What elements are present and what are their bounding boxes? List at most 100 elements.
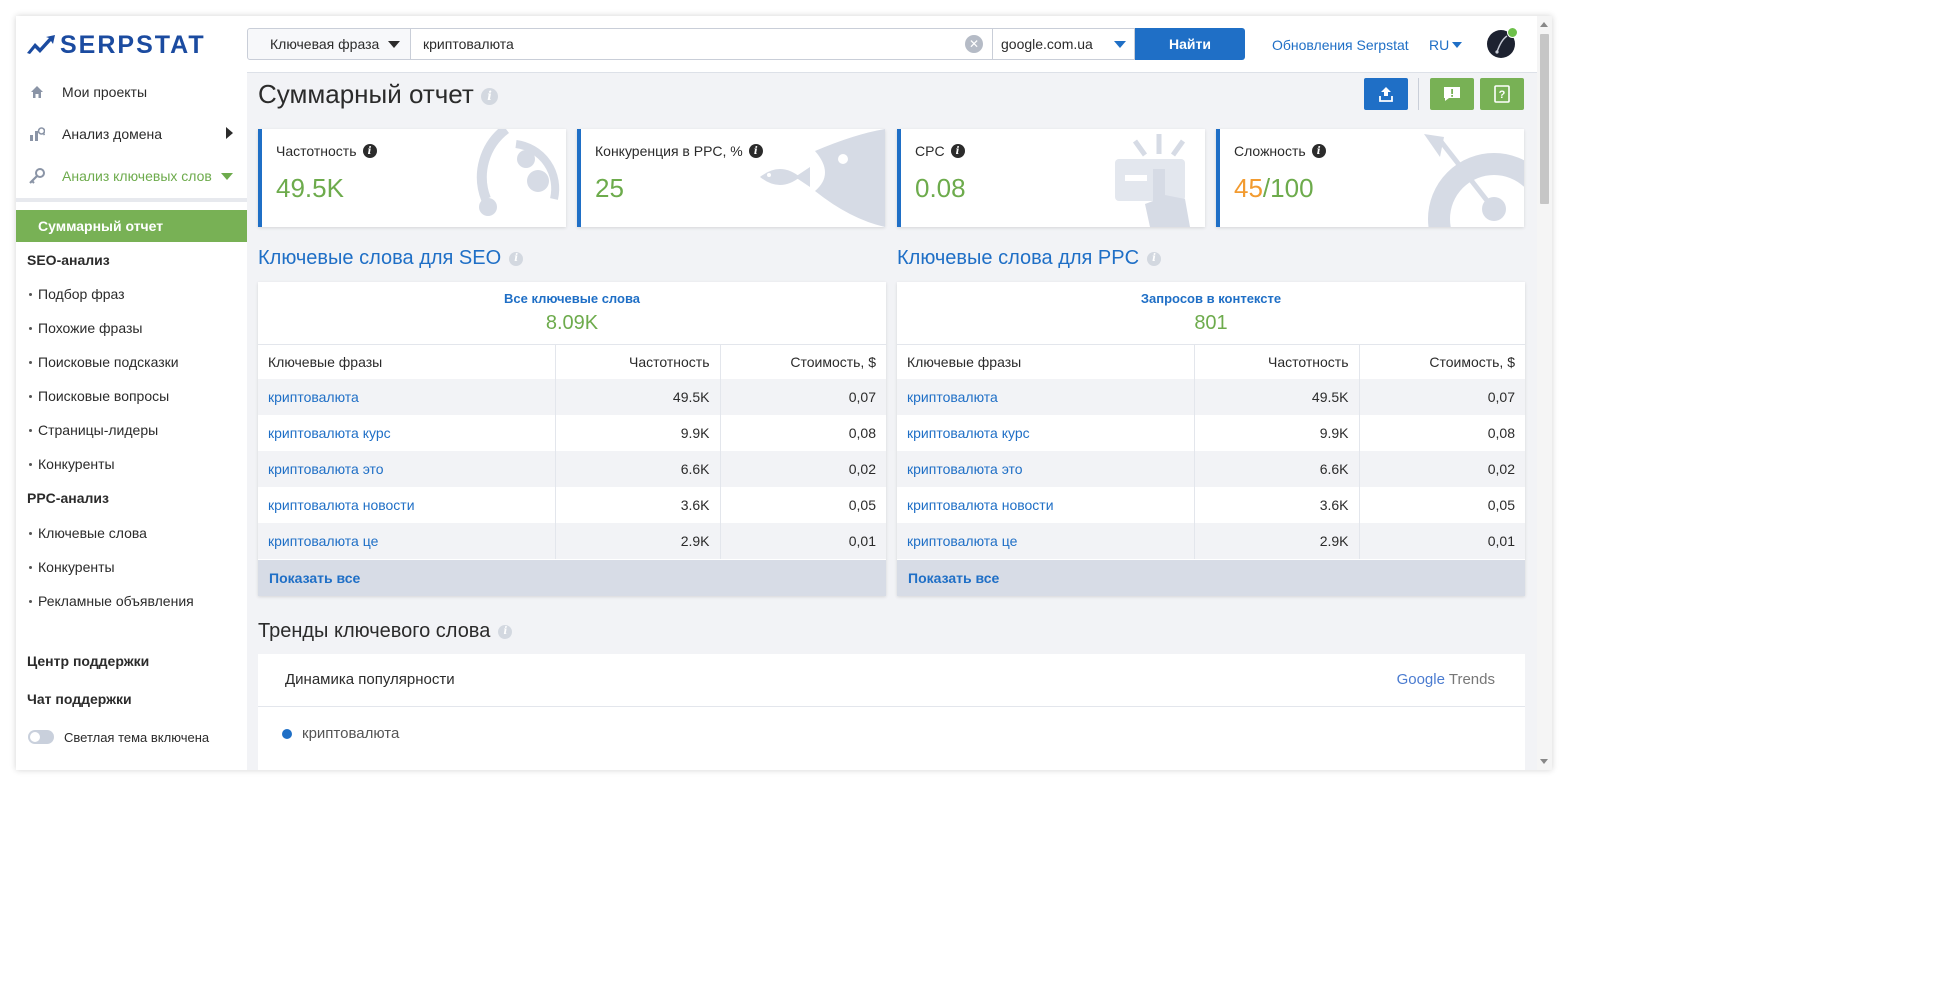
page-title: Суммарный отчет i — [258, 79, 499, 110]
bullet-icon — [29, 394, 32, 398]
google-trends-logo[interactable]: Google Trends — [1397, 671, 1495, 688]
sidebar-item-search-questions[interactable]: Поисковые вопросы — [29, 388, 169, 404]
seo-analysis-heading[interactable]: SEO-анализ — [27, 252, 110, 268]
cost-cell: 0,08 — [1487, 425, 1515, 441]
column-header[interactable]: Стоимость, $ — [720, 345, 886, 379]
sidebar-item-ppc-competitors[interactable]: Конкуренты — [29, 559, 115, 575]
card-value: 49.5K — [276, 173, 344, 203]
sidebar-item-summary-report[interactable]: Суммарный отчет — [16, 210, 247, 242]
export-button[interactable] — [1364, 78, 1408, 110]
sidebar-item-ppc-keywords[interactable]: Ключевые слова — [29, 525, 147, 541]
column-header[interactable]: Ключевые фразы — [258, 345, 556, 379]
keyword-link[interactable]: криптовалюта новости — [258, 487, 556, 523]
action-divider — [1418, 78, 1419, 110]
sidebar-item-ads[interactable]: Рекламные объявления — [29, 593, 194, 609]
keyword-link[interactable]: криптовалюта — [258, 379, 556, 415]
ppc-keywords-title[interactable]: Ключевые слова для PPC i — [897, 247, 1162, 270]
sidebar-item-phrase-selection[interactable]: Подбор фраз — [29, 286, 125, 302]
info-icon[interactable]: i — [1311, 144, 1326, 158]
sidebar-item-label: Ключевые слова — [38, 525, 147, 541]
sidebar-item-seo-competitors[interactable]: Конкуренты — [29, 456, 115, 472]
context-queries-link[interactable]: Запросов в контексте — [897, 291, 1525, 306]
sidebar-item-top-pages[interactable]: Страницы-лидеры — [29, 422, 158, 438]
planet-illustration-icon — [476, 129, 560, 216]
support-center-link[interactable]: Центр поддержки — [27, 653, 149, 669]
column-header[interactable]: Частотность — [555, 345, 721, 379]
scroll-up-icon[interactable] — [1540, 22, 1548, 27]
search-engine-select[interactable]: google.com.ua — [993, 28, 1135, 60]
keyword-link[interactable]: криптовалюта це — [258, 523, 556, 559]
support-chat-link[interactable]: Чат поддержки — [27, 691, 132, 707]
bullet-icon — [29, 326, 32, 330]
seo-keywords-panel: Все ключевые слова 8.09K Ключевые фразы … — [258, 282, 886, 596]
keyword-link[interactable]: криптовалюта курс — [258, 415, 556, 451]
frequency-cell: 9.9K — [555, 415, 721, 451]
ppc-analysis-heading[interactable]: PPC-анализ — [27, 490, 109, 506]
scrollbar-thumb[interactable] — [1540, 34, 1549, 204]
nav-divider — [16, 198, 247, 202]
info-icon[interactable]: i — [498, 624, 513, 639]
info-icon[interactable]: i — [1147, 251, 1162, 266]
card-value: 0.08 — [915, 173, 966, 203]
table-row: криптовалюта це 2.9K 0,01 — [258, 523, 886, 559]
ppc-keywords-table: Ключевые фразы Частотность Стоимость, $ … — [897, 345, 1525, 559]
frequency-cell: 2.9K — [1194, 523, 1360, 559]
cost-cell: 0,05 — [848, 497, 876, 513]
sidebar-item-label: Конкуренты — [38, 559, 115, 575]
keyword-search-input[interactable]: криптовалюта — [411, 28, 993, 60]
nav-my-projects[interactable]: Мои проекты — [16, 72, 247, 112]
target-illustration-icon — [1424, 134, 1524, 227]
clear-search-icon[interactable]: ✕ — [965, 35, 983, 53]
keyword-link[interactable]: криптовалюта курс — [897, 415, 1195, 451]
serpstat-logo[interactable]: SERPSTAT — [26, 30, 206, 60]
keyword-link[interactable]: криптовалюта это — [897, 451, 1195, 487]
column-header[interactable]: Частотность — [1194, 345, 1360, 379]
card-value: 25 — [595, 173, 624, 203]
user-avatar[interactable] — [1487, 27, 1518, 58]
table-row: криптовалюта 49.5K 0,07 — [897, 379, 1525, 415]
frequency-cell: 9.9K — [1194, 415, 1360, 451]
feedback-button[interactable] — [1430, 78, 1474, 110]
help-button[interactable]: ? — [1480, 78, 1524, 110]
sidebar-item-search-suggestions[interactable]: Поисковые подсказки — [29, 354, 179, 370]
scroll-down-icon[interactable] — [1540, 759, 1548, 764]
frequency-cell: 49.5K — [555, 379, 721, 415]
domain-analysis-icon — [28, 125, 46, 143]
search-type-select[interactable]: Ключевая фраза — [247, 28, 411, 60]
language-select[interactable]: RU — [1429, 37, 1463, 53]
trends-legend[interactable]: криптовалюта — [282, 725, 399, 742]
info-icon[interactable]: i — [481, 87, 499, 105]
home-icon — [28, 83, 46, 101]
seo-keywords-title[interactable]: Ключевые слова для SEO i — [258, 247, 524, 270]
keyword-link[interactable]: криптовалюта це — [897, 523, 1195, 559]
card-label: CPC i — [915, 143, 965, 159]
ppc-show-all-link[interactable]: Показать все — [897, 560, 1525, 596]
table-row: криптовалюта курс 9.9K 0,08 — [258, 415, 886, 451]
column-header[interactable]: Ключевые фразы — [897, 345, 1195, 379]
keyword-link[interactable]: криптовалюта это — [258, 451, 556, 487]
info-icon[interactable]: i — [509, 251, 524, 266]
keyword-link[interactable]: криптовалюта новости — [897, 487, 1195, 523]
column-header[interactable]: Стоимость, $ — [1359, 345, 1525, 379]
nav-keyword-analysis[interactable]: Анализ ключевых слов — [16, 156, 247, 196]
frequency-cell: 6.6K — [1194, 451, 1360, 487]
difficulty-max: /100 — [1262, 173, 1314, 203]
cost-cell: 0,07 — [720, 379, 886, 415]
keyword-link[interactable]: криптовалюта — [897, 379, 1195, 415]
theme-toggle[interactable] — [28, 730, 54, 744]
language-value: RU — [1429, 37, 1450, 53]
find-button[interactable]: Найти — [1135, 28, 1245, 60]
all-keywords-link[interactable]: Все ключевые слова — [258, 291, 886, 306]
nav-domain-analysis[interactable]: Анализ домена — [16, 114, 247, 154]
logo-mark-icon — [27, 35, 55, 54]
info-icon[interactable]: i — [362, 144, 377, 158]
info-icon[interactable]: i — [748, 144, 763, 158]
page-scrollbar[interactable] — [1537, 16, 1552, 770]
frequency-cell: 3.6K — [1194, 487, 1360, 523]
frequency-cell: 2.9K — [555, 523, 721, 559]
sidebar-item-similar-phrases[interactable]: Похожие фразы — [29, 320, 142, 336]
serpstat-updates-link[interactable]: Обновления Serpstat — [1272, 37, 1409, 53]
nav-label: Анализ домена — [62, 126, 163, 142]
info-icon[interactable]: i — [950, 144, 965, 158]
seo-show-all-link[interactable]: Показать все — [258, 560, 886, 596]
